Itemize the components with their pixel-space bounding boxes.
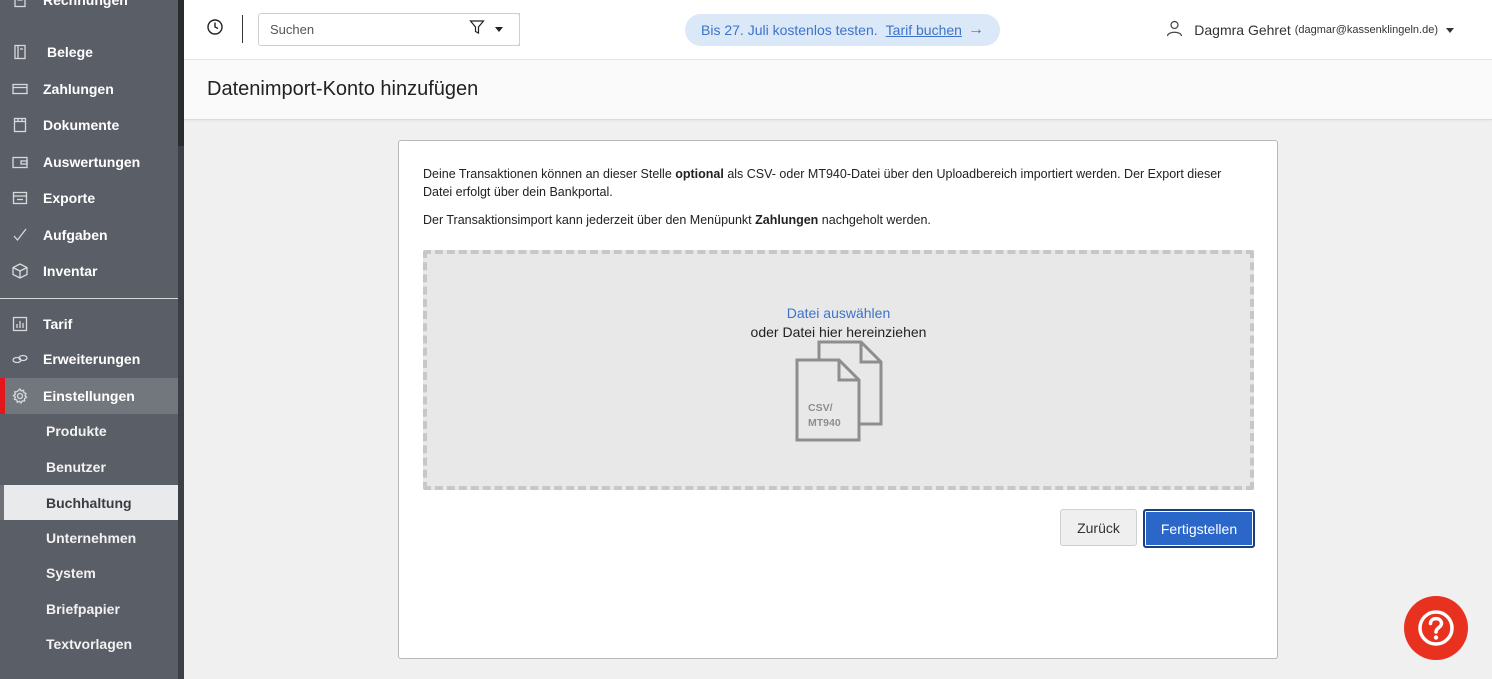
hint-emphasis: Zahlungen: [755, 213, 819, 227]
sidebar-item-label: Dokumente: [43, 117, 120, 133]
active-indicator: [0, 378, 5, 414]
chevron-down-icon: [495, 27, 503, 32]
filter-funnel-icon: [469, 19, 485, 40]
sidebar-item-label: Tarif: [43, 316, 73, 332]
history-clock-icon[interactable]: [206, 18, 224, 36]
finish-button[interactable]: Fertigstellen: [1143, 509, 1255, 548]
sidebar-divider: [0, 298, 178, 299]
user-menu[interactable]: Dagmra Gehret (dagmar@kassenklingeln.de): [1166, 20, 1454, 40]
drag-hint-text: oder Datei hier hereinziehen: [750, 324, 927, 340]
sidebar-item-inventar[interactable]: Inventar: [0, 253, 178, 289]
sidebar-subitem-buchhaltung[interactable]: Buchhaltung: [0, 485, 178, 520]
trial-text: Bis 27. Juli kostenlos testen.: [701, 22, 878, 38]
top-bar: Bis 27. Juli kostenlos testen. Tarif buc…: [184, 0, 1492, 60]
select-file-link[interactable]: Datei auswählen: [427, 305, 1250, 321]
sidebar-item-label: Inventar: [43, 263, 98, 279]
sidebar-item-aufgaben[interactable]: Aufgaben: [0, 217, 178, 253]
sidebar-item-belege[interactable]: Belege: [0, 34, 178, 70]
invoice-icon: [11, 0, 29, 9]
sidebar-item-einstellungen[interactable]: Einstellungen: [0, 378, 178, 414]
sidebar-item-label: Zahlungen: [43, 81, 114, 97]
filter-dropdown-button[interactable]: [457, 13, 520, 46]
page-title: Datenimport-Konto hinzufügen: [207, 78, 479, 100]
import-card: Deine Transaktionen können an dieser Ste…: [398, 140, 1278, 659]
file-stack-icon: CSV/ MT940: [795, 340, 883, 442]
file-dropzone[interactable]: Datei auswählen oder Datei hier hereinzi…: [423, 250, 1254, 490]
user-icon: [1166, 20, 1194, 40]
sidebar-subitem-briefpapier[interactable]: Briefpapier: [0, 591, 178, 626]
hint-paragraph: Der Transaktionsimport kann jederzeit üb…: [423, 211, 1253, 229]
trial-banner: Bis 27. Juli kostenlos testen. Tarif buc…: [685, 14, 1000, 46]
page-header: Datenimport-Konto hinzufügen: [184, 60, 1492, 120]
sidebar-subitem-label: Benutzer: [46, 458, 106, 475]
link-icon: [11, 350, 29, 368]
question-mark-icon: [1418, 610, 1454, 646]
wallet-icon: [11, 153, 29, 171]
gear-icon: [11, 387, 29, 405]
sidebar-subitem-label: Produkte: [46, 422, 107, 439]
sidebar-subitem-unternehmen[interactable]: Unternehmen: [0, 520, 178, 555]
file-type-label: CSV/: [808, 402, 833, 414]
sidebar-item-dokumente[interactable]: Dokumente: [0, 107, 178, 143]
sidebar-item-label: Rechnungen: [43, 0, 128, 8]
checkmark-icon: [11, 226, 29, 244]
sidebar-subitem-benutzer[interactable]: Benutzer: [0, 449, 178, 484]
tarif-buchen-link[interactable]: Tarif buchen: [886, 22, 962, 38]
sidebar-subitem-label: System: [46, 564, 96, 581]
selected-indicator: [0, 485, 4, 520]
receipt-icon: [11, 43, 29, 61]
sidebar-item-label: Einstellungen: [43, 388, 135, 404]
intro-emphasis: optional: [675, 167, 724, 181]
document-icon: [11, 116, 29, 134]
sidebar-item-label: Auswertungen: [43, 154, 141, 170]
intro-paragraph: Deine Transaktionen können an dieser Ste…: [423, 165, 1253, 201]
sidebar-subitem-label: Unternehmen: [46, 529, 137, 546]
sidebar-item-label: Erweiterungen: [43, 351, 141, 367]
sidebar-subitem-label: Briefpapier: [46, 600, 120, 617]
sidebar-subitem-label: Buchhaltung: [46, 494, 132, 511]
back-button[interactable]: Zurück: [1060, 509, 1137, 546]
bar-chart-icon: [11, 315, 29, 333]
sidebar-item-label: Exporte: [43, 190, 96, 206]
sidebar-item-erweiterungen[interactable]: Erweiterungen: [0, 341, 178, 377]
export-tray-icon: [11, 189, 29, 207]
sidebar-subitem-textvorlagen[interactable]: Textvorlagen: [0, 626, 178, 661]
sidebar-item-auswertungen[interactable]: Auswertungen: [0, 144, 178, 180]
sidebar-subitem-label: Textvorlagen: [46, 635, 133, 652]
sidebar-item-zahlungen[interactable]: Zahlungen: [0, 71, 178, 107]
sidebar-item-tarif[interactable]: Tarif: [0, 306, 178, 342]
hint-text: nachgeholt werden.: [818, 213, 931, 227]
intro-text: Deine Transaktionen können an dieser Ste…: [423, 167, 676, 181]
sidebar-subitem-produkte[interactable]: Produkte: [0, 413, 178, 448]
sidebar-item-exporte[interactable]: Exporte: [0, 180, 178, 216]
user-name: Dagmra Gehret: [1194, 22, 1291, 38]
sidebar-subitem-system[interactable]: System: [0, 555, 178, 590]
credit-card-icon: [11, 80, 29, 98]
chevron-down-icon: [1446, 27, 1454, 33]
user-email: (dagmar@kassenklingeln.de): [1294, 24, 1438, 36]
arrow-right-icon: →: [967, 21, 984, 38]
sidebar-item-rechnungen[interactable]: Rechnungen: [0, 0, 178, 18]
sidebar-item-label: Belege: [47, 44, 93, 60]
sidebar-item-label: Aufgaben: [43, 227, 108, 243]
sidebar: Rechnungen Belege Zahlungen Dokumente Au…: [0, 0, 184, 679]
file-type-label: MT940: [808, 417, 841, 429]
hint-text: Der Transaktionsimport kann jederzeit üb…: [423, 213, 756, 227]
header-separator: [242, 15, 243, 43]
help-button[interactable]: [1404, 596, 1468, 660]
box-icon: [11, 262, 29, 280]
